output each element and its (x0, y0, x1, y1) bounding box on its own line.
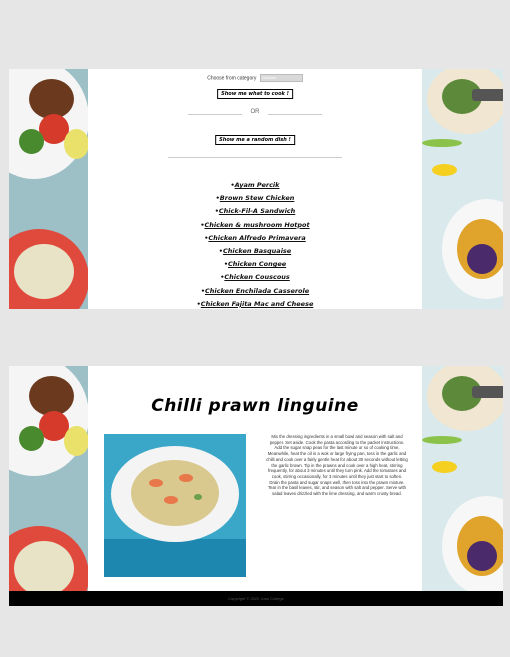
prawn (179, 474, 193, 482)
dish-photo (104, 434, 246, 577)
recipe-link[interactable]: Chicken Enchilada Casserole (205, 287, 309, 295)
finder-content: Choose from category Chicken Show me wha… (88, 69, 422, 309)
section-separator (168, 157, 342, 158)
random-dish-button[interactable]: Show me a random dish ! (215, 135, 295, 145)
list-item: Ayam Percik (88, 179, 422, 192)
list-item: Chicken Couscous (88, 271, 422, 284)
list-item: Chicken Fajita Mac and Cheese (88, 298, 422, 309)
recipe-finder-panel: Choose from category Chicken Show me wha… (9, 69, 503, 309)
recipe-link[interactable]: Chicken Basquaise (223, 247, 291, 255)
list-item: Chicken Congee (88, 258, 422, 271)
recipe-list: Ayam Percik Brown Stew Chicken Chick-Fil… (88, 179, 422, 309)
divider-line-right (268, 114, 322, 115)
list-item: Chicken Alfredo Primavera (88, 232, 422, 245)
recipe-link[interactable]: Chicken Alfredo Primavera (208, 234, 305, 242)
napkin (104, 539, 246, 577)
list-item: Brown Stew Chicken (88, 192, 422, 205)
pasta (131, 460, 219, 526)
dish-detail-panel: Chilli prawn linguine Mix the dressing i… (9, 366, 503, 606)
recipe-link[interactable]: Chicken Couscous (224, 273, 289, 281)
herb (194, 494, 202, 500)
divider-line-left (188, 114, 242, 115)
dish-content: Chilli prawn linguine Mix the dressing i… (88, 366, 422, 606)
recipe-link[interactable]: Ayam Percik (235, 181, 280, 189)
recipe-link[interactable]: Chick-Fil-A Sandwich (219, 207, 295, 215)
recipe-link[interactable]: Chicken Fajita Mac and Cheese (201, 300, 314, 308)
category-select[interactable]: Chicken (259, 74, 303, 82)
footer: Copyright © 2022 Juno College (9, 591, 503, 606)
show-what-to-cook-button[interactable]: Show me what to cook ! (217, 89, 293, 99)
food-image-right (422, 366, 503, 606)
food-image-right (422, 69, 503, 309)
copyright-text: Copyright © 2022 Juno College (228, 596, 284, 601)
or-text: OR (250, 109, 260, 115)
list-item: Chicken & mushroom Hotpot (88, 219, 422, 232)
recipe-link[interactable]: Chicken & mushroom Hotpot (205, 221, 310, 229)
recipe-link[interactable]: Brown Stew Chicken (220, 194, 295, 202)
list-item: Chicken Basquaise (88, 245, 422, 258)
dish-title: Chilli prawn linguine (151, 396, 359, 416)
prawn (164, 496, 178, 504)
recipe-link[interactable]: Chicken Congee (228, 260, 286, 268)
prawn (149, 479, 163, 487)
list-item: Chick-Fil-A Sandwich (88, 205, 422, 218)
list-item: Chicken Enchilada Casserole (88, 285, 422, 298)
category-label: Choose from category (207, 75, 257, 82)
category-row: Choose from category Chicken (88, 74, 422, 82)
recipe-instructions: Mix the dressing ingredients in a small … (266, 434, 408, 497)
food-image-left (9, 69, 88, 309)
or-divider: OR (188, 109, 322, 119)
food-image-left (9, 366, 88, 606)
